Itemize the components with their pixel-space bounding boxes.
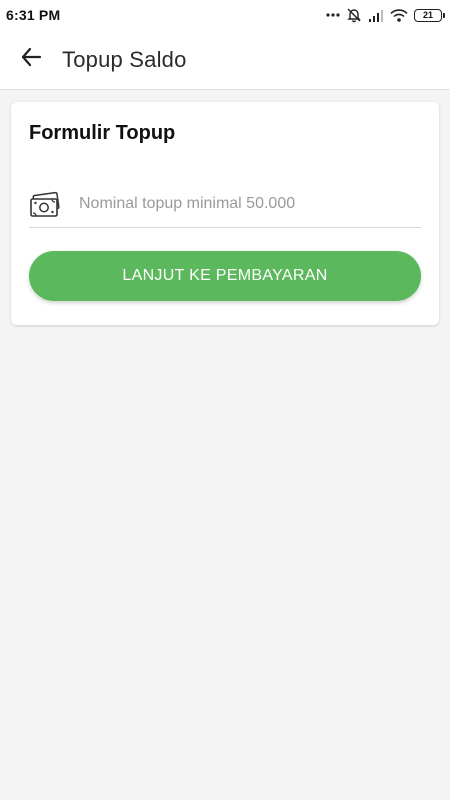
topup-form-card: Formulir Topup LANJUT KE PEMBAYARAN [11,102,439,325]
amount-field-row [29,180,421,228]
back-button[interactable] [0,30,62,90]
status-bar: 6:31 PM 21 [0,0,450,30]
topup-amount-input[interactable] [79,183,421,224]
status-icons: 21 [326,7,445,23]
continue-to-payment-button[interactable]: LANJUT KE PEMBAYARAN [29,251,421,301]
app-bar: Topup Saldo [0,30,450,90]
wifi-icon [390,8,408,22]
battery-icon: 21 [414,8,445,22]
arrow-left-icon [20,46,42,73]
signal-icon [368,9,384,22]
status-time: 6:31 PM [6,7,61,23]
more-dots-icon [326,12,340,18]
money-icon [29,188,61,220]
alarm-off-icon [346,7,362,23]
form-title: Formulir Topup [29,122,176,144]
page-title: Topup Saldo [62,46,187,72]
